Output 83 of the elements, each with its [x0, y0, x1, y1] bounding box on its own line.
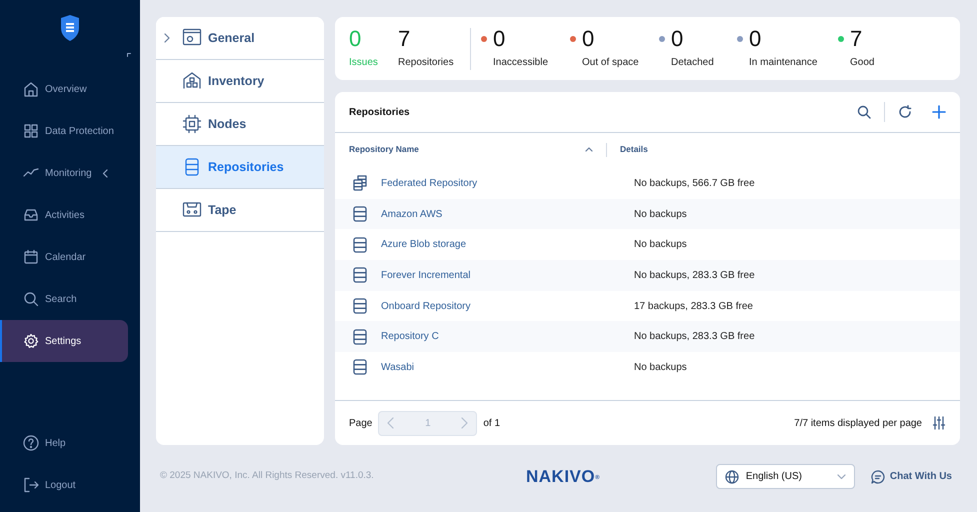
stat-value: 0	[749, 27, 762, 51]
nav-item[interactable]: Monitoring	[0, 152, 128, 194]
nav-item[interactable]: Help	[0, 422, 128, 464]
stat-label: Good	[849, 56, 874, 70]
nav-item[interactable]: Data Protection	[0, 110, 128, 152]
settings-menu-item[interactable]: General	[156, 17, 324, 60]
page-count: of 1	[483, 416, 500, 430]
collapse-icon	[127, 53, 131, 57]
building-icon	[182, 71, 202, 91]
inbox-icon	[23, 207, 39, 223]
table-cell-text: 17 backups, 283.3 GB free	[634, 300, 753, 314]
repository-link[interactable]: Azure Blob storage	[381, 237, 466, 252]
refresh-button[interactable]	[898, 105, 912, 119]
brand-logo: NAKIVO$^{®}$	[526, 466, 600, 488]
column-header[interactable]: Repository Name	[349, 143, 419, 156]
caret-icon	[836, 474, 846, 480]
table-title: Repositories	[349, 106, 410, 120]
repository-link[interactable]: Repository C	[381, 329, 439, 344]
nav-item[interactable]: Overview	[0, 68, 128, 110]
refresh-icon	[898, 105, 912, 119]
stat-label: Repositories	[398, 56, 454, 70]
gear-window-icon	[182, 28, 202, 48]
chevron-left-icon	[387, 417, 394, 429]
table-cell-text: No backups	[634, 238, 687, 252]
nav-item[interactable]: Logout	[0, 464, 128, 506]
chevron-right-icon	[461, 417, 468, 429]
table-cell-text: No backups, 283.3 GB free	[634, 330, 755, 344]
stat-label: Detached	[670, 56, 714, 70]
search-icon	[23, 291, 39, 307]
stat-value: 0	[582, 27, 594, 51]
stat-label: Out of space	[581, 56, 639, 70]
stat-label: Issues	[349, 56, 378, 70]
stat-label: Inaccessible	[492, 56, 548, 70]
search-button[interactable]	[857, 105, 871, 119]
calendar-icon	[23, 249, 39, 265]
stat-value: 0	[493, 27, 506, 51]
federated-storage-icon	[351, 174, 369, 192]
items-per-page-label: 7/7 items displayed per page	[794, 416, 922, 430]
nav-item[interactable]: Settings	[0, 320, 128, 362]
database-icon	[351, 236, 369, 254]
database-icon	[351, 266, 369, 284]
database-icon	[351, 297, 369, 316]
table-cell-text: No backups	[634, 360, 687, 375]
nav-item[interactable]: Search	[0, 278, 128, 320]
globe-icon	[724, 470, 739, 484]
copyright-text: © 2025 NAKIVO, Inc. All Rights Reserved. v11.0.3.	[160, 469, 375, 484]
repository-link[interactable]: Federated Repository	[381, 176, 478, 191]
nav-item[interactable]: Activities	[0, 194, 128, 236]
stat-value: 0	[349, 27, 362, 51]
shield-logo-icon	[60, 14, 80, 42]
repository-link[interactable]: Forever Incremental	[381, 268, 470, 283]
table-cell-text: No backups, 283.3 GB free	[634, 268, 755, 283]
search-icon	[857, 105, 871, 119]
database-icon	[351, 328, 369, 346]
stat-value: 7	[850, 27, 862, 51]
chip-icon	[182, 114, 202, 134]
settings-menu-item[interactable]: Repositories	[156, 146, 324, 189]
language-dropdown[interactable]: English (US)	[716, 464, 855, 489]
nav-item[interactable]: Calendar	[0, 236, 128, 278]
repository-link[interactable]: Wasabi	[381, 360, 414, 375]
repository-link[interactable]: Amazon AWS	[381, 206, 442, 222]
page-label: Page	[349, 416, 372, 430]
repository-link[interactable]: Onboard Repository	[381, 298, 470, 314]
grid-icon	[23, 123, 39, 139]
stat-label: In maintenance	[748, 56, 818, 70]
stat-value: 7	[398, 27, 410, 51]
add-button[interactable]	[932, 105, 946, 119]
table-cell-text: No backups, 566.7 GB free	[634, 176, 755, 191]
home-icon	[23, 81, 39, 97]
column-settings-button[interactable]	[932, 416, 946, 430]
logout-icon	[23, 477, 39, 493]
sliders-icon	[932, 416, 946, 430]
table-cell-text: No backups	[634, 208, 687, 222]
chat-bubble-icon	[870, 470, 885, 484]
help-icon	[23, 435, 39, 451]
database-icon	[351, 205, 369, 224]
database-icon	[351, 358, 369, 376]
column-header[interactable]: Details	[620, 143, 648, 156]
page-number: 1	[425, 416, 431, 430]
chat-link[interactable]: Chat With Us	[870, 469, 952, 484]
plus-icon	[932, 105, 946, 119]
settings-icon	[23, 333, 39, 349]
stat-value: 0	[671, 27, 684, 51]
